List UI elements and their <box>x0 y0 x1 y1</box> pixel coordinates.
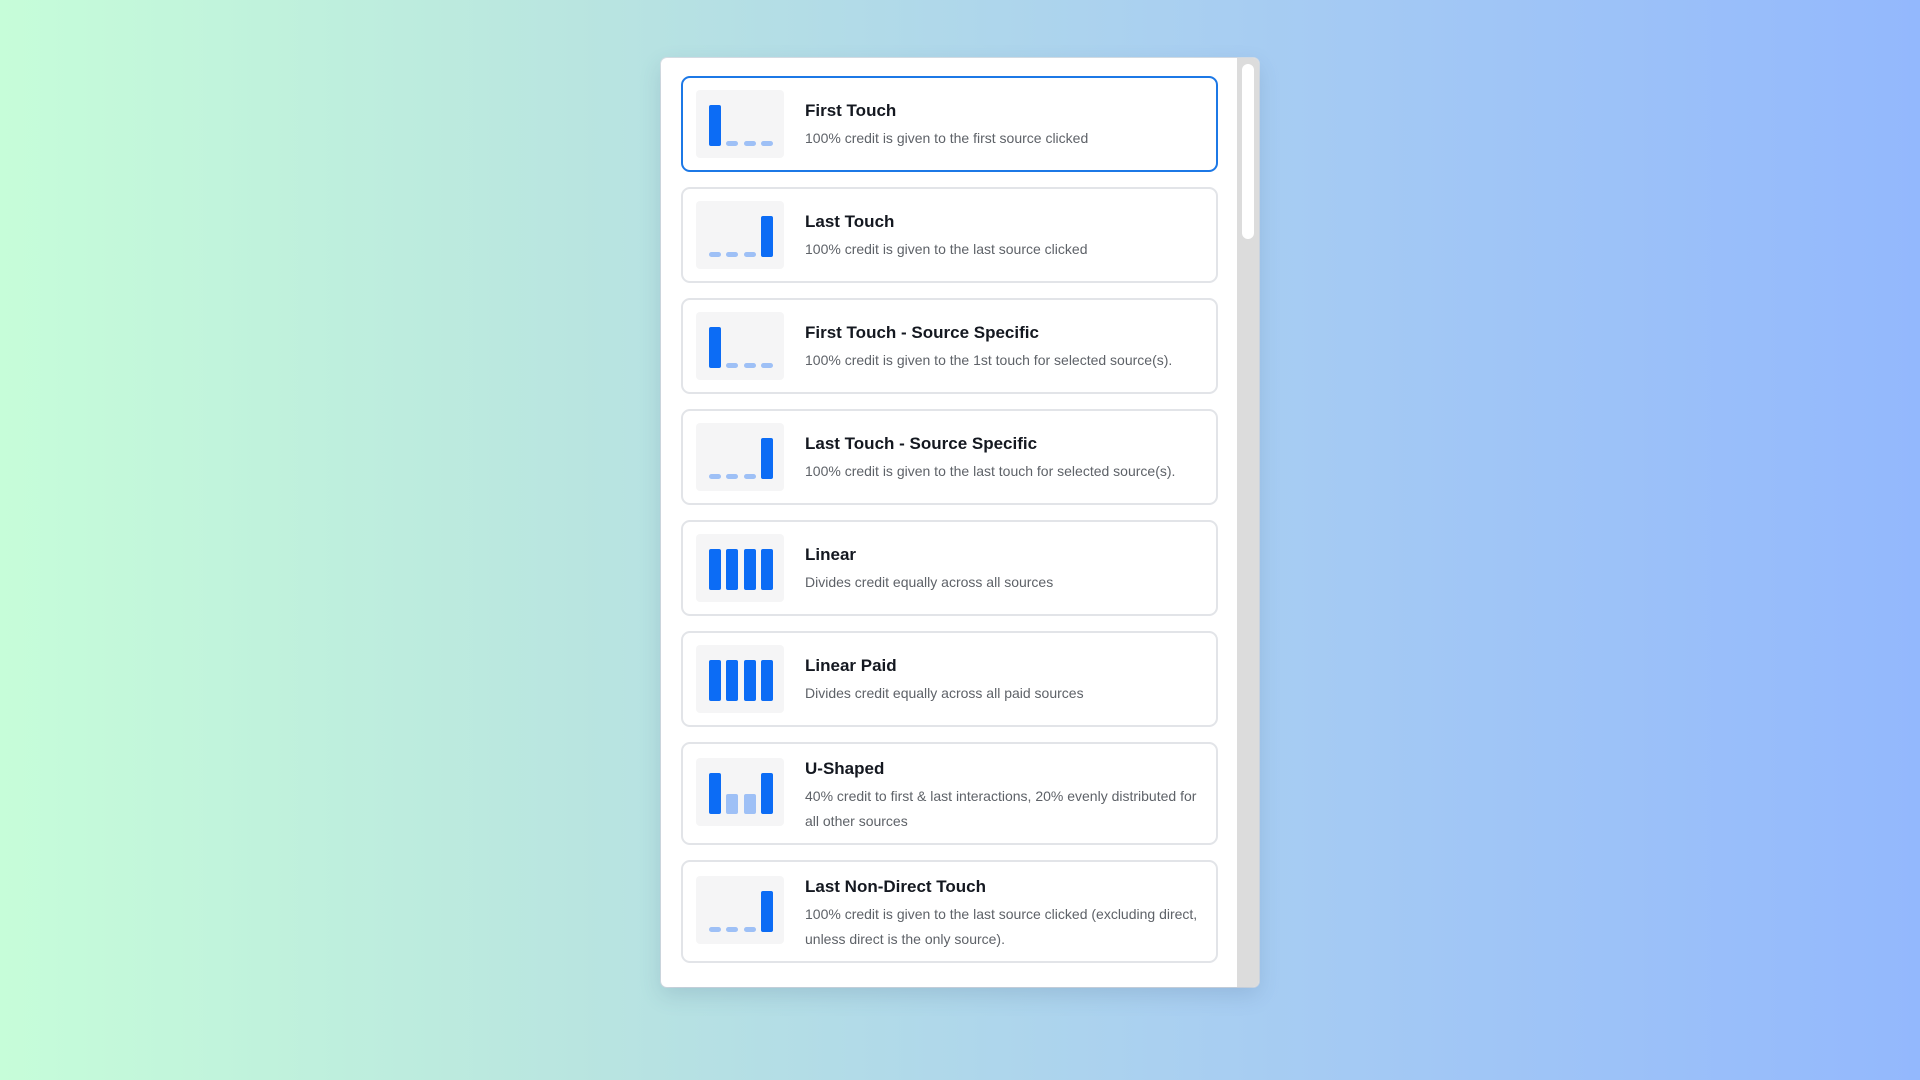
linear-chart-icon <box>696 534 784 602</box>
model-option-linear-paid[interactable]: Linear Paid Divides credit equally acros… <box>681 631 1218 727</box>
model-description: 40% credit to first & last interactions,… <box>805 788 1197 829</box>
last-touch-chart-icon <box>696 201 784 269</box>
scrollbar-thumb[interactable] <box>1242 64 1254 239</box>
attribution-model-panel: First Touch 100% credit is given to the … <box>661 58 1259 987</box>
last-touch-chart-icon <box>696 876 784 944</box>
model-title: Linear <box>805 545 857 564</box>
model-option-last-non-direct-touch[interactable]: Last Non-Direct Touch 100% credit is giv… <box>681 860 1218 963</box>
model-option-u-shaped[interactable]: U-Shaped 40% credit to first & last inte… <box>681 742 1218 845</box>
u-shaped-chart-icon <box>696 758 784 826</box>
model-option-last-touch-source-specific[interactable]: Last Touch - Source Specific 100% credit… <box>681 409 1218 505</box>
model-option-linear[interactable]: Linear Divides credit equally across all… <box>681 520 1218 616</box>
model-option-first-touch[interactable]: First Touch 100% credit is given to the … <box>681 76 1218 172</box>
first-touch-chart-icon <box>696 90 784 158</box>
model-title: First Touch - Source Specific <box>805 323 1039 342</box>
attribution-model-list: First Touch 100% credit is given to the … <box>681 76 1218 978</box>
model-description: 100% credit is given to the 1st touch fo… <box>805 352 1173 368</box>
scrollbar-track[interactable] <box>1237 58 1259 987</box>
model-description: 100% credit is given to the last touch f… <box>805 463 1176 479</box>
model-description: Divides credit equally across all source… <box>805 574 1054 590</box>
model-title: Last Touch - Source Specific <box>805 434 1038 453</box>
last-touch-chart-icon <box>696 423 784 491</box>
model-description: 100% credit is given to the last source … <box>805 241 1088 257</box>
model-description: Divides credit equally across all paid s… <box>805 685 1084 701</box>
model-title: Linear Paid <box>805 656 897 675</box>
first-touch-chart-icon <box>696 312 784 380</box>
model-title: U-Shaped <box>805 759 885 778</box>
model-option-last-touch[interactable]: Last Touch 100% credit is given to the l… <box>681 187 1218 283</box>
linear-chart-icon <box>696 645 784 713</box>
model-description: 100% credit is given to the last source … <box>805 906 1198 947</box>
model-title: Last Non-Direct Touch <box>805 877 987 896</box>
model-option-first-touch-source-specific[interactable]: First Touch - Source Specific 100% credi… <box>681 298 1218 394</box>
model-description: 100% credit is given to the first source… <box>805 130 1089 146</box>
model-title: First Touch <box>805 101 897 120</box>
model-title: Last Touch <box>805 212 895 231</box>
